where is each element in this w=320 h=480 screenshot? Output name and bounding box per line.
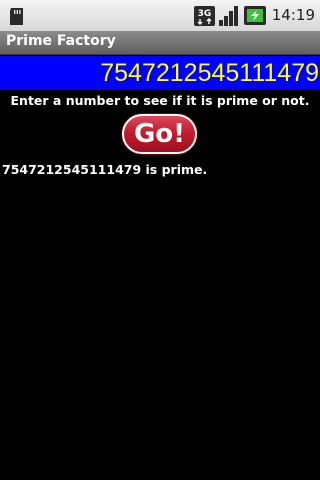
- signal-icon: [219, 6, 238, 26]
- instructions-text: Enter a number to see if it is prime or …: [10, 93, 310, 108]
- number-input[interactable]: [0, 56, 320, 90]
- status-clock: 14:19: [271, 6, 315, 24]
- app-title: Prime Factory: [6, 33, 116, 49]
- result-text: 7547212545111479 is prime.: [2, 162, 208, 177]
- network-type-label: 3G: [198, 9, 212, 19]
- 3g-icon: 3G: [194, 6, 215, 26]
- sd-card-icon: [10, 8, 23, 25]
- go-button[interactable]: Go!: [122, 114, 197, 154]
- app-title-bar: Prime Factory: [0, 31, 320, 55]
- status-bar: 3G 14:19: [0, 0, 320, 31]
- battery-charging-icon: [244, 6, 266, 25]
